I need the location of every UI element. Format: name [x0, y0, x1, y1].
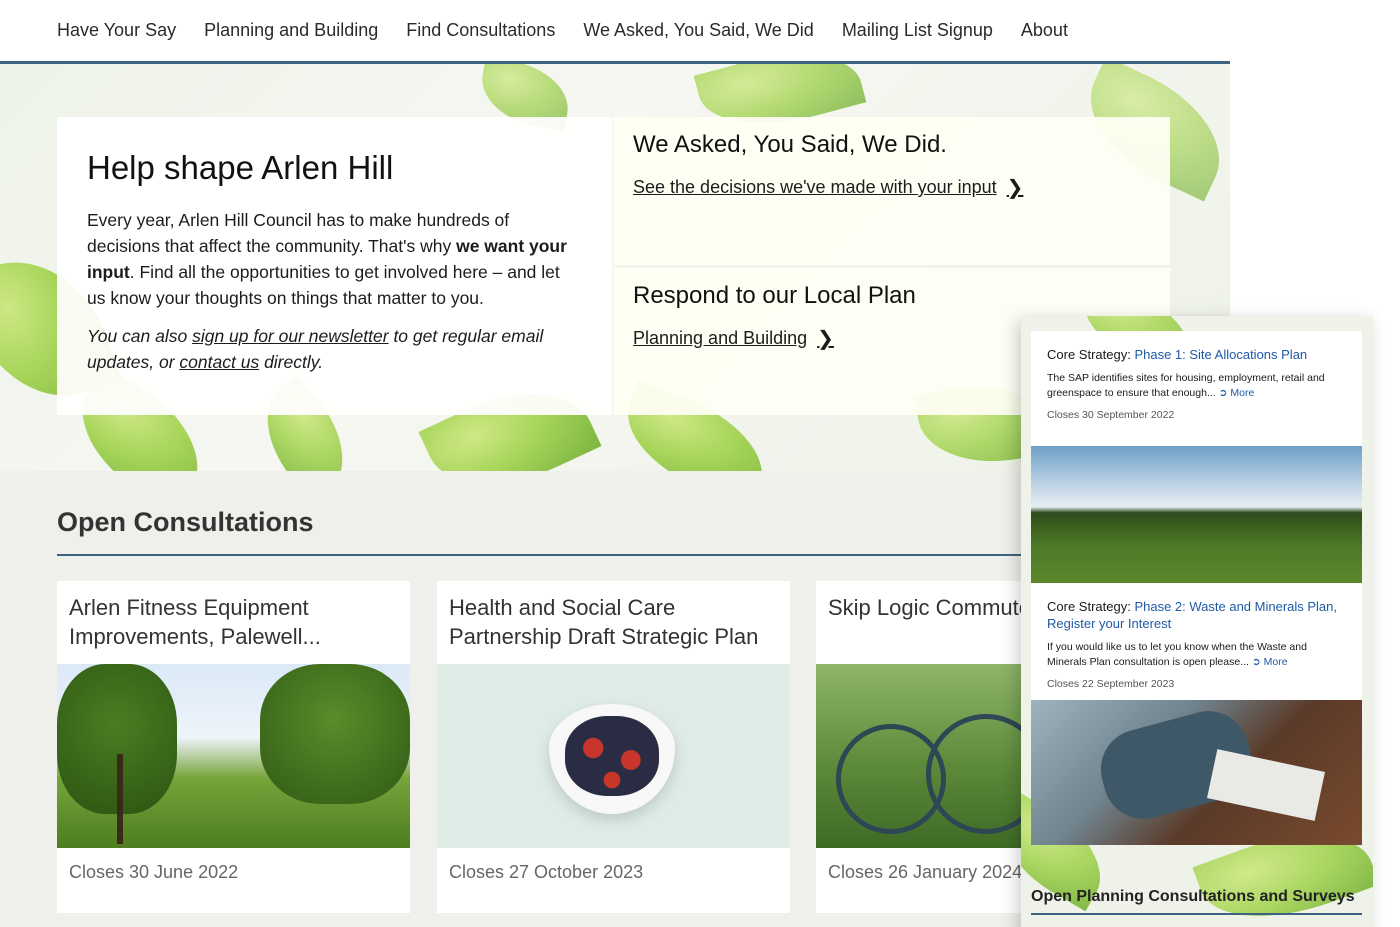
mobile-card-description: If you would like us to let you know whe… [1031, 632, 1362, 670]
site-allocations-link[interactable]: Phase 1: Site Allocations Plan [1134, 347, 1307, 362]
mobile-card-close-date: Closes 22 September 2023 [1047, 678, 1175, 690]
link-label: Planning and Building [633, 328, 808, 348]
mobile-card-heading: Core Strategy: Phase 1: Site Allocations… [1031, 331, 1362, 363]
berries-bowl-image [437, 664, 790, 848]
card-close-date: Closes 26 January 2024 [828, 862, 1023, 882]
contact-us-link[interactable]: contact us [179, 352, 259, 372]
bicycles-image [816, 664, 1026, 848]
berries [565, 716, 659, 796]
intro-text: directly. [259, 352, 324, 372]
circle-arrow-right-icon: ➲ [1218, 387, 1228, 399]
open-planning-title: Open Planning Consultations and Surveys [1031, 888, 1362, 915]
mobile-card-description: The SAP identifies sites for housing, em… [1031, 363, 1362, 401]
section-divider [57, 554, 1170, 556]
nav-we-asked-you-said[interactable]: We Asked, You Said, We Did [583, 20, 813, 41]
consultation-card[interactable]: Health and Social Care Partnership Draft… [437, 581, 790, 913]
chevron-right-icon: ❯ [1006, 177, 1024, 199]
nav-mailing-list-signup[interactable]: Mailing List Signup [842, 20, 993, 41]
park-image [57, 664, 410, 848]
consultation-card[interactable]: Arlen Fitness Equipment Improvements, Pa… [57, 581, 410, 913]
open-consultations-title: Open Consultations [57, 507, 314, 537]
intro-text: . Find all the opportunities to get invo… [87, 262, 560, 308]
intro-text: Every year, Arlen Hill Council has to ma… [87, 210, 510, 256]
mobile-consultation-card[interactable]: Core Strategy: Phase 2: Waste and Minera… [1031, 583, 1362, 845]
writing-desk-image [1031, 700, 1362, 845]
see-decisions-link[interactable]: See the decisions we've made with your i… [633, 175, 1023, 200]
panel-title: Respond to our Local Plan [633, 282, 916, 309]
card-close-date: Closes 30 June 2022 [69, 862, 239, 882]
intro-card: Help shape Arlen Hill Every year, Arlen … [57, 117, 612, 415]
intro-signup-paragraph: You can also sign up for our newsletter … [87, 323, 582, 375]
main-nav: Have Your Say Planning and Building Find… [0, 0, 1230, 64]
circle-arrow-right-icon: ➲ [1251, 656, 1261, 668]
bike-wheel [926, 714, 1026, 834]
link-label: See the decisions we've made with your i… [633, 177, 997, 197]
mobile-footer-section: Open Planning Consultations and Surveys [1031, 888, 1362, 915]
nav-about[interactable]: About [1021, 20, 1068, 41]
card-close-date: Closes 27 October 2023 [449, 862, 644, 882]
mobile-card-close-date: Closes 30 September 2022 [1047, 409, 1175, 421]
intro-title: Help shape Arlen Hill [87, 149, 394, 186]
card-title[interactable]: Health and Social Care Partnership Draft… [437, 581, 790, 664]
consultation-card[interactable]: Skip Logic Commute Consultation Closes 2… [816, 581, 1026, 913]
planning-building-link[interactable]: Planning and Building ❯ [633, 326, 834, 351]
card-prefix: Core Strategy: [1047, 599, 1135, 614]
description-text: The SAP identifies sites for housing, em… [1047, 372, 1325, 399]
we-asked-panel: We Asked, You Said, We Did. See the deci… [614, 117, 1170, 265]
nav-have-your-say[interactable]: Have Your Say [57, 20, 176, 41]
card-title[interactable]: Skip Logic Commute Consultation [816, 581, 1026, 664]
tree-trunk [117, 754, 123, 844]
more-label: More [1230, 387, 1255, 399]
paper-shape [1207, 749, 1325, 821]
mobile-consultation-card[interactable]: Core Strategy: Phase 1: Site Allocations… [1031, 331, 1362, 591]
more-label: More [1263, 656, 1288, 668]
mobile-card-heading: Core Strategy: Phase 2: Waste and Minera… [1031, 583, 1362, 632]
nav-find-consultations[interactable]: Find Consultations [406, 20, 555, 41]
chevron-right-icon: ❯ [817, 328, 834, 350]
nav-planning-and-building[interactable]: Planning and Building [204, 20, 378, 41]
card-prefix: Core Strategy: [1047, 347, 1135, 362]
card-title[interactable]: Arlen Fitness Equipment Improvements, Pa… [57, 581, 410, 664]
intro-text: You can also [87, 326, 193, 346]
tree-shape [260, 664, 410, 804]
intro-paragraph: Every year, Arlen Hill Council has to ma… [87, 207, 582, 311]
more-link[interactable]: ➲ More [1219, 387, 1255, 399]
more-link[interactable]: ➲ More [1252, 656, 1288, 668]
newsletter-link[interactable]: sign up for our newsletter [192, 326, 389, 346]
mobile-preview: Core Strategy: Phase 1: Site Allocations… [1021, 316, 1373, 927]
panel-title: We Asked, You Said, We Did. [633, 131, 947, 158]
field-image [1031, 446, 1362, 591]
